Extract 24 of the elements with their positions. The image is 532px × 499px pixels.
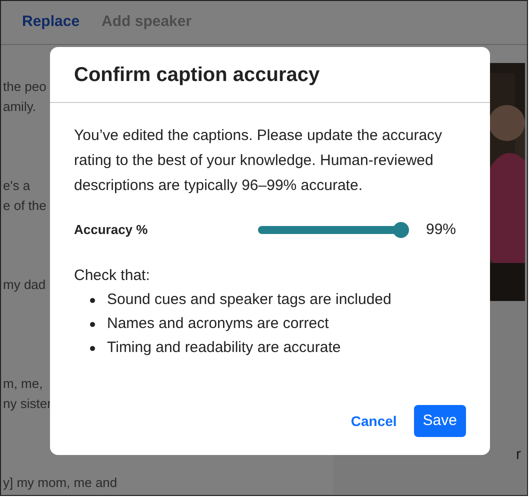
- slider-value: 99%: [426, 220, 456, 240]
- checklist-heading: Check that:: [74, 266, 151, 286]
- transcript-text: y] my mom, me and: [3, 474, 118, 492]
- transcript-text: the peo: [3, 78, 46, 96]
- transcript-text: ny sister: [3, 395, 52, 413]
- checklist-item: Names and acronyms are correct: [107, 314, 329, 334]
- slider-label: Accuracy %: [74, 221, 149, 240]
- transcript-text: e of the: [3, 197, 46, 215]
- transcript-text: amily.: [3, 98, 36, 116]
- cancel-button[interactable]: Cancel: [350, 405, 398, 437]
- dialog-title: Confirm caption accuracy: [74, 62, 320, 88]
- bullet-icon: [90, 298, 95, 302]
- bullet-icon: [90, 346, 95, 350]
- save-button[interactable]: Save: [414, 405, 466, 437]
- slider-thumb[interactable]: [392, 222, 409, 238]
- bullet-icon: [90, 322, 95, 326]
- checklist-item: Sound cues and speaker tags are included: [107, 290, 392, 310]
- transcript-text: my dad: [3, 276, 46, 294]
- checklist-item: Timing and readability are accurate: [107, 338, 341, 358]
- panel-text: r: [516, 445, 521, 465]
- transcript-text: e's a: [3, 177, 30, 195]
- dialog-message: You’ve edited the captions. Please update the accuracy rating to the best of your knowledge. Human-reviewed descriptions are typically 96–99% accurate.: [74, 126, 444, 196]
- transcript-text: m, me,: [3, 375, 43, 393]
- toolbar-button[interactable]: Replace: [22, 11, 80, 34]
